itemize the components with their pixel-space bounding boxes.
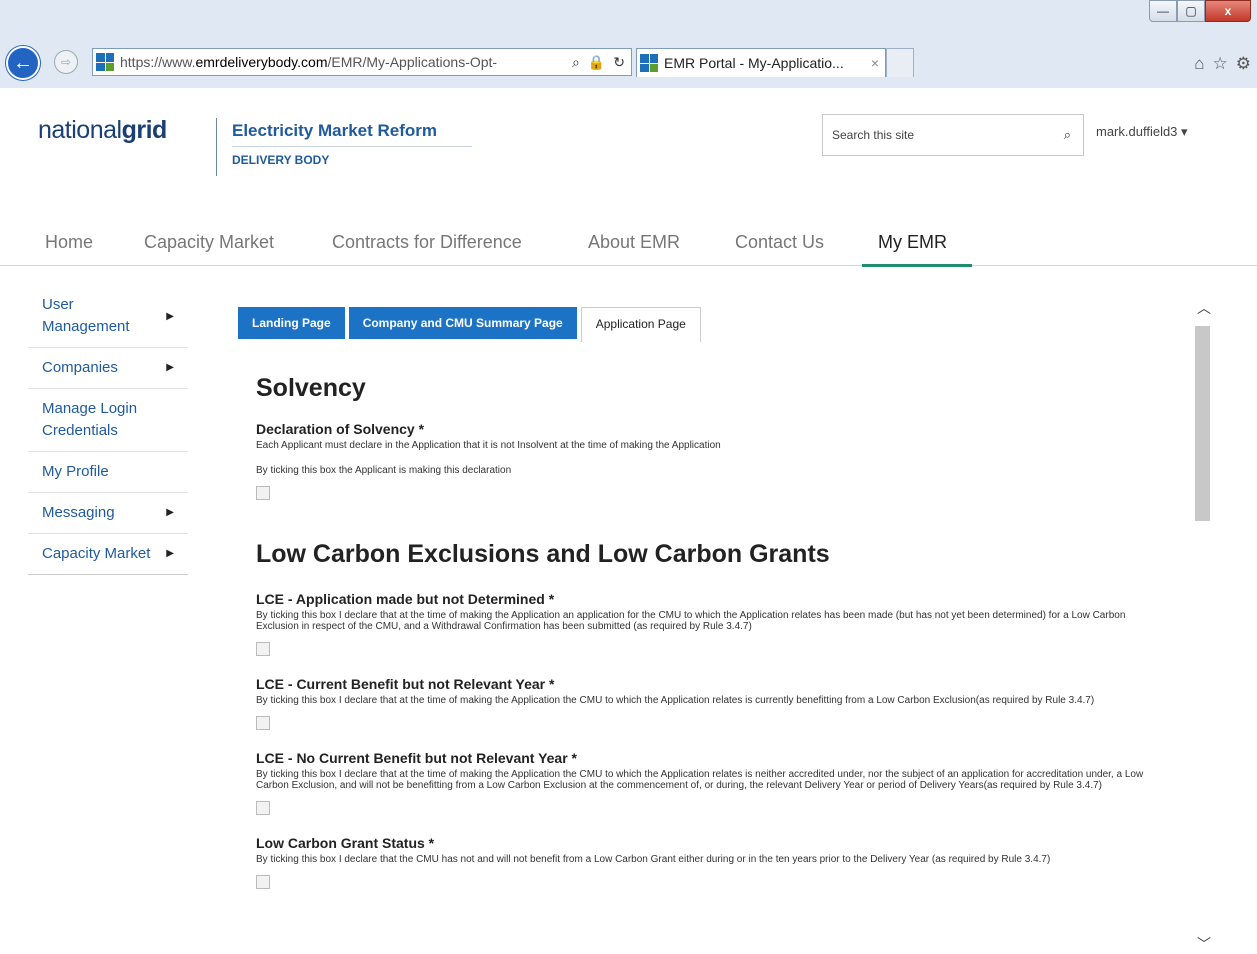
user-menu[interactable]: mark.duffield3 ▾ xyxy=(1096,124,1188,140)
url-domain: emrdeliverybody.com xyxy=(195,54,328,70)
scroll-down-icon[interactable]: ﹀ xyxy=(1197,934,1211,954)
content-scrollbar[interactable]: ︿ ﹀ xyxy=(1194,290,1211,954)
browser-toolbar: ← ⇨ https://www.emrdeliverybody.com/EMR/… xyxy=(0,44,1257,80)
question-description: By ticking this box the Applicant is mak… xyxy=(256,465,512,476)
title-underline xyxy=(232,146,472,147)
window-controls: — ▢ x xyxy=(1149,0,1251,22)
sidebar-item-companies[interactable]: Companies ▶ xyxy=(28,347,188,388)
nav-home[interactable]: Home xyxy=(45,232,93,253)
sidebar-item-user-management[interactable]: User Management ▶ xyxy=(28,286,188,347)
question-low-carbon-grant-status: Low Carbon Grant Status * xyxy=(256,835,435,851)
lce-current-benefit-checkbox[interactable] xyxy=(256,716,270,730)
scrollbar-thumb[interactable] xyxy=(1195,326,1210,521)
url-path: /EMR/My-Applications-Opt- xyxy=(327,54,498,70)
page-tabs: Landing Page Company and CMU Summary Pag… xyxy=(238,307,705,342)
top-navigation: Home Capacity Market Contracts for Diffe… xyxy=(0,225,1257,267)
nav-my-emr[interactable]: My EMR xyxy=(878,232,947,253)
section-heading-low-carbon: Low Carbon Exclusions and Low Carbon Gra… xyxy=(256,540,830,568)
tab-title: EMR Portal - My-Applicatio... xyxy=(664,55,844,71)
sidebar-item-label: My Profile xyxy=(42,463,109,480)
question-declaration-of-solvency: Declaration of Solvency * xyxy=(256,421,425,437)
low-carbon-grant-checkbox[interactable] xyxy=(256,875,270,889)
question-lce-application-made: LCE - Application made but not Determine… xyxy=(256,591,555,607)
sidebar-item-capacity-market[interactable]: Capacity Market ▶ xyxy=(28,533,188,574)
tab-landing-page[interactable]: Landing Page xyxy=(238,307,345,339)
maximize-button[interactable]: ▢ xyxy=(1177,0,1205,22)
question-description: By ticking this box I declare that at th… xyxy=(256,769,1144,791)
address-bar[interactable]: https://www.emrdeliverybody.com/EMR/My-A… xyxy=(92,48,632,76)
nav-about-emr[interactable]: About EMR xyxy=(588,232,680,253)
sidebar-item-label: Capacity Market xyxy=(42,545,151,562)
search-placeholder: Search this site xyxy=(832,128,915,142)
address-bar-icons: ⌕ 🔒 ↻ xyxy=(572,54,625,71)
question-description: By ticking this box I declare that at th… xyxy=(256,695,1095,706)
forward-button[interactable]: ⇨ xyxy=(54,50,78,74)
sidebar-item-label: Manage Login Credentials xyxy=(42,400,138,439)
sidebar-item-label: Messaging xyxy=(42,504,115,521)
back-button[interactable]: ← xyxy=(6,46,40,80)
browser-tab[interactable]: EMR Portal - My-Applicatio... × xyxy=(636,48,886,77)
tab-company-cmu-summary[interactable]: Company and CMU Summary Page xyxy=(348,307,577,339)
search-icon[interactable]: ⌕ xyxy=(572,54,580,71)
nav-contracts-for-difference[interactable]: Contracts for Difference xyxy=(332,232,522,253)
lock-icon[interactable]: 🔒 xyxy=(588,54,605,71)
chevron-right-icon: ▶ xyxy=(166,507,174,518)
sidebar-item-label: User Management xyxy=(42,296,130,335)
close-window-button[interactable]: x xyxy=(1205,0,1251,22)
nav-capacity-market[interactable]: Capacity Market xyxy=(144,232,274,253)
sidebar-item-messaging[interactable]: Messaging ▶ xyxy=(28,492,188,533)
sidebar-item-label: Companies xyxy=(42,359,118,376)
sidebar: User Management ▶ Companies ▶ Manage Login… xyxy=(28,286,188,575)
scroll-up-icon[interactable]: ︿ xyxy=(1197,298,1211,318)
tab-close-icon[interactable]: × xyxy=(871,55,879,71)
site-title[interactable]: Electricity Market Reform xyxy=(232,121,437,141)
question-description: By ticking this box I declare that at th… xyxy=(256,610,1126,632)
url-prefix: https://www. xyxy=(120,54,196,70)
chevron-right-icon: ▶ xyxy=(166,310,174,322)
sidebar-item-my-profile[interactable]: My Profile xyxy=(28,451,188,492)
browser-icons: ⌂ ☆ ⚙ xyxy=(1194,54,1251,74)
search-icon[interactable]: ⌕ xyxy=(1064,127,1071,143)
url-text[interactable]: https://www.emrdeliverybody.com/EMR/My-A… xyxy=(120,54,540,70)
question-description: Each Applicant must declare in the Appli… xyxy=(256,440,721,451)
national-grid-logo[interactable]: nationalgrid xyxy=(38,116,167,145)
browser-chrome: — ▢ x ← ⇨ https://www.emrdeliverybody.co… xyxy=(0,0,1257,88)
lce-application-made-checkbox[interactable] xyxy=(256,642,270,656)
minimize-button[interactable]: — xyxy=(1149,0,1177,22)
logo-divider xyxy=(216,118,217,176)
home-icon[interactable]: ⌂ xyxy=(1194,54,1204,74)
nav-contact-us[interactable]: Contact Us xyxy=(735,232,824,253)
favorites-icon[interactable]: ☆ xyxy=(1213,54,1228,74)
new-tab-button[interactable] xyxy=(886,48,914,77)
site-search-input[interactable]: Search this site ⌕ xyxy=(822,114,1084,156)
application-form: Solvency Declaration of Solvency * Each … xyxy=(256,370,1146,909)
active-nav-underline xyxy=(862,264,972,267)
sidebar-item-manage-login-credentials[interactable]: Manage Login Credentials xyxy=(28,388,188,451)
chevron-right-icon: ▶ xyxy=(166,362,174,373)
solvency-checkbox[interactable] xyxy=(256,486,270,500)
site-subtitle: DELIVERY BODY xyxy=(232,153,330,167)
question-description: By ticking this box I declare that the C… xyxy=(256,854,1051,865)
logo-bold: grid xyxy=(121,116,168,144)
tools-icon[interactable]: ⚙ xyxy=(1236,54,1251,74)
lce-no-current-benefit-checkbox[interactable] xyxy=(256,801,270,815)
site-favicon-icon xyxy=(96,53,114,71)
section-heading-solvency: Solvency xyxy=(256,374,366,402)
logo-light: national xyxy=(38,116,122,144)
tab-favicon-icon xyxy=(640,54,658,72)
tab-application-page[interactable]: Application Page xyxy=(580,307,701,342)
chevron-right-icon: ▶ xyxy=(166,548,174,559)
question-lce-no-current-benefit: LCE - No Current Benefit but not Relevan… xyxy=(256,750,578,766)
refresh-icon[interactable]: ↻ xyxy=(613,54,625,71)
question-lce-current-benefit: LCE - Current Benefit but not Relevant Y… xyxy=(256,676,555,692)
